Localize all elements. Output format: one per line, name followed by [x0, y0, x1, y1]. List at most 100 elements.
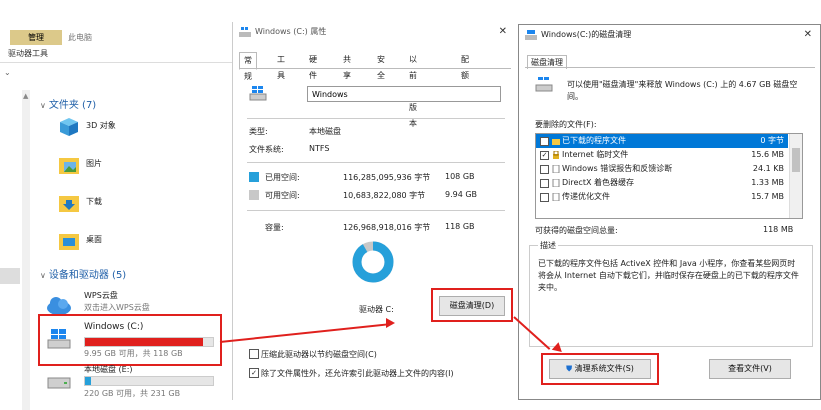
document-icon	[552, 165, 560, 173]
list-item[interactable]: 传递优化文件 15.7 MB	[536, 190, 788, 204]
tab-sharing[interactable]: 共享	[339, 52, 355, 80]
capacity-bytes: 126,968,918,016 字节	[343, 223, 431, 232]
hard-drive-icon	[47, 377, 71, 389]
cleanup-title-icon	[525, 30, 537, 40]
description-group: 描述 已下载的程序文件包括 ActiveX 控件和 Java 小程序，你查看某些…	[529, 240, 813, 347]
tab-divider	[525, 67, 815, 68]
cleanup-titlebar[interactable]: Windows(C:)的磁盘清理 ✕	[519, 25, 820, 45]
free-space-gb: 9.94 GB	[445, 190, 478, 199]
highlight-drive-c	[38, 314, 222, 366]
compress-label: 压缩此驱动器以节约磁盘空间(C)	[261, 350, 377, 359]
capacity-label: 容量:	[265, 223, 284, 232]
type-value: 本地磁盘	[309, 127, 341, 136]
free-space-label: 可用空间:	[265, 191, 300, 200]
list-item[interactable]: DirectX 着色器缓存 1.33 MB	[536, 176, 788, 190]
index-checkbox[interactable]: ✓	[249, 368, 259, 378]
folders-section-header[interactable]: ∨ 文件夹 (7)	[40, 96, 96, 111]
ribbon-tab-manage[interactable]: 管理	[10, 30, 62, 45]
collapse-chevron-icon[interactable]: ⌄	[4, 68, 11, 77]
close-icon[interactable]: ✕	[499, 22, 507, 42]
ribbon-tab-this-pc[interactable]: 此电脑	[60, 30, 100, 45]
tab-quota[interactable]: 配额	[457, 52, 473, 80]
ribbon-divider	[0, 62, 232, 63]
file-checkbox[interactable]	[540, 179, 549, 188]
used-space-swatch	[249, 172, 259, 182]
tab-tools[interactable]: 工具	[273, 52, 289, 80]
drive-e-usage-fill	[85, 377, 92, 385]
annotation-arrow-head	[386, 318, 395, 328]
ribbon-drive-tools[interactable]: 驱动器工具	[8, 48, 48, 59]
drive-e-usage-bar	[84, 376, 214, 386]
drive-letter-label: 驱动器 C:	[359, 305, 394, 314]
devices-section-header[interactable]: ∨ 设备和驱动器 (5)	[40, 266, 126, 281]
used-space-label: 已用空间:	[265, 173, 300, 182]
separator	[247, 210, 505, 211]
folder-desktop[interactable]: 桌面	[56, 228, 226, 258]
chevron-down-icon: ∨	[40, 101, 46, 110]
list-scroll-thumb[interactable]	[792, 148, 800, 172]
folder-pictures[interactable]: 图片	[56, 152, 226, 182]
properties-window: Windows (C:) 属性 ✕ 常规 工具 硬件 共享 安全 以前的版本 配…	[232, 22, 515, 400]
lock-icon	[553, 151, 559, 159]
disk-cleanup-window: Windows(C:)的磁盘清理 ✕ 磁盘清理 可以使用"磁盘清理"来释放 Wi…	[518, 24, 821, 400]
tab-divider	[239, 68, 511, 69]
tab-previous-versions[interactable]: 以前的版本	[405, 52, 421, 128]
list-item[interactable]: Windows 错误报告和反馈诊断 24.1 KB	[536, 162, 788, 176]
capacity-gb: 118 GB	[445, 222, 475, 231]
type-label: 类型:	[249, 127, 268, 136]
gain-label: 可获得的磁盘空间总量:	[535, 226, 618, 235]
index-label: 除了文件属性外，还允许索引此驱动器上文件的内容(I)	[261, 369, 454, 378]
close-icon[interactable]: ✕	[804, 25, 812, 45]
chevron-down-icon: ∨	[40, 271, 46, 280]
file-checkbox[interactable]	[540, 165, 549, 174]
separator	[247, 162, 505, 163]
highlight-cleanup-button	[431, 288, 513, 322]
3d-objects-icon	[60, 118, 78, 136]
separator	[247, 118, 505, 119]
files-to-delete-label: 要删除的文件(F):	[535, 120, 597, 129]
list-item[interactable]: ✓ 已下载的程序文件 0 字节	[536, 134, 788, 148]
properties-title: Windows (C:) 属性	[255, 27, 327, 36]
drive-title-icon	[239, 27, 251, 37]
files-to-delete-list[interactable]: ✓ 已下载的程序文件 0 字节 ✓ Internet 临时文件 15.6 MB …	[535, 133, 803, 219]
used-space-bytes: 116,285,095,936 字节	[343, 173, 431, 182]
used-space-gb: 108 GB	[445, 172, 475, 181]
properties-titlebar[interactable]: Windows (C:) 属性 ✕	[233, 22, 515, 42]
disk-usage-donut	[352, 241, 394, 283]
gain-value: 118 MB	[763, 225, 794, 234]
folder-icon	[552, 139, 560, 145]
compress-checkbox[interactable]	[249, 349, 259, 359]
drive-local-e[interactable]: 本地磁盘 (E:) 220 GB 可用，共 231 GB	[40, 360, 220, 404]
drive-icon	[249, 86, 267, 101]
scroll-thumb[interactable]	[0, 268, 20, 284]
cleanup-title: Windows(C:)的磁盘清理	[541, 30, 632, 39]
folder-downloads[interactable]: 下载	[56, 190, 226, 220]
list-scrollbar[interactable]	[789, 134, 802, 218]
view-files-button[interactable]: 查看文件(V)	[709, 359, 791, 379]
nav-scrollbar[interactable]	[22, 90, 30, 410]
donut-used-arc	[352, 241, 394, 283]
filesystem-label: 文件系统:	[249, 145, 284, 154]
downloads-folder-icon	[59, 196, 79, 212]
free-space-bytes: 10,683,822,080 字节	[343, 191, 426, 200]
tab-security[interactable]: 安全	[373, 52, 389, 80]
file-checkbox[interactable]	[540, 193, 549, 202]
cleanup-drive-icon	[535, 77, 553, 92]
document-icon	[552, 179, 560, 187]
tab-hardware[interactable]: 硬件	[305, 52, 321, 80]
scroll-up-icon[interactable]: ▲	[23, 92, 28, 100]
file-explorer-panel: 管理 此电脑 驱动器工具 ⌄ ▲ ∨ 文件夹 (7) 3D 对象 图片 下载 桌面…	[0, 0, 232, 410]
filesystem-value: NTFS	[309, 144, 330, 153]
file-checkbox[interactable]: ✓	[540, 137, 549, 146]
pictures-folder-icon	[59, 158, 79, 174]
desktop-folder-icon	[59, 234, 79, 250]
volume-name-input[interactable]	[307, 86, 501, 102]
folder-3d-objects[interactable]: 3D 对象	[56, 114, 226, 144]
list-item[interactable]: ✓ Internet 临时文件 15.6 MB	[536, 148, 788, 162]
free-space-swatch	[249, 190, 259, 200]
file-checkbox[interactable]: ✓	[540, 151, 549, 160]
description-text: 已下载的程序文件包括 ActiveX 控件和 Java 小程序，你查看某些网页时…	[538, 259, 799, 292]
highlight-clean-system-button	[541, 353, 659, 385]
document-icon	[552, 193, 560, 201]
description-label: 描述	[538, 240, 558, 251]
